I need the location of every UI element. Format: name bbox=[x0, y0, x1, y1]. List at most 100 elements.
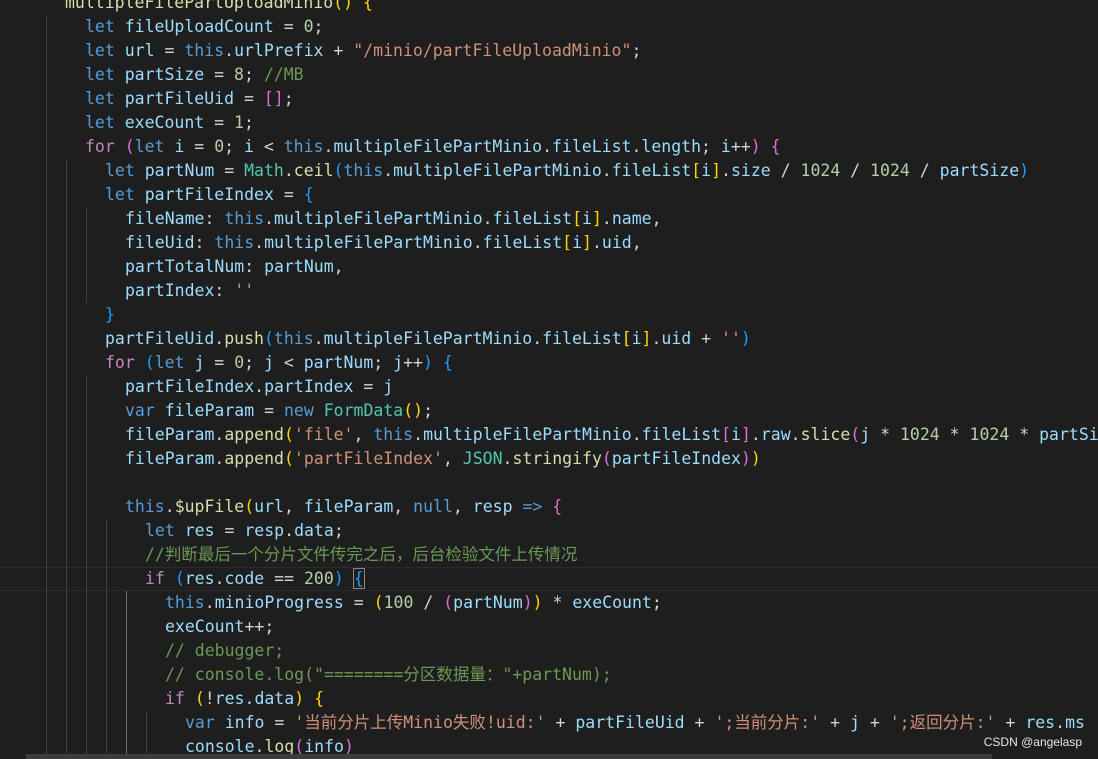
code-line[interactable]: multipleFilePartUploadMinio() { bbox=[0, 0, 1098, 15]
code-line[interactable]: let partFileUid = []; bbox=[0, 87, 1098, 111]
code-token: for bbox=[105, 353, 135, 372]
code-editor[interactable]: multipleFilePartUploadMinio() {let fileU… bbox=[0, 0, 1098, 759]
code-token: 1024 bbox=[870, 161, 910, 180]
code-line[interactable]: let exeCount = 1; bbox=[0, 111, 1098, 135]
indent-guide bbox=[86, 279, 87, 303]
code-line[interactable] bbox=[0, 471, 1098, 495]
code-line[interactable]: let fileUploadCount = 0; bbox=[0, 15, 1098, 39]
code-token: raw bbox=[760, 425, 791, 444]
code-line[interactable]: // debugger; bbox=[0, 639, 1098, 663]
code-token: ( bbox=[443, 593, 454, 612]
code-token: j bbox=[850, 713, 860, 732]
code-token: data bbox=[254, 689, 295, 708]
code-token: partNum bbox=[264, 257, 334, 276]
code-token: ) bbox=[750, 449, 761, 468]
code-line[interactable]: let partSize = 8; //MB bbox=[0, 63, 1098, 87]
code-line[interactable]: // console.log("========分区数据量："+partNum)… bbox=[0, 663, 1098, 687]
code-token: = bbox=[204, 113, 235, 132]
code-token: == bbox=[264, 569, 304, 588]
code-line[interactable]: exeCount++; bbox=[0, 615, 1098, 639]
code-line[interactable]: let url = this.urlPrefix + "/minio/partF… bbox=[0, 39, 1098, 63]
code-token: / bbox=[909, 161, 940, 180]
code-token: if bbox=[165, 689, 185, 708]
code-line[interactable]: fileParam.append('file', this.multipleFi… bbox=[0, 423, 1098, 447]
indent-guide bbox=[46, 399, 47, 423]
code-token: { bbox=[442, 353, 453, 372]
indent-guide bbox=[66, 159, 67, 183]
code-token: size bbox=[730, 161, 771, 180]
code-token: . bbox=[750, 425, 761, 444]
indent-guide bbox=[66, 231, 67, 255]
code-line[interactable]: let partNum = Math.ceil(this.multipleFil… bbox=[0, 159, 1098, 183]
code-line[interactable]: for (let j = 0; j < partNum; j++) { bbox=[0, 351, 1098, 375]
code-line[interactable]: this.minioProgress = (100 / (partNum)) *… bbox=[0, 591, 1098, 615]
code-line[interactable]: fileUid: this.multipleFilePartMinio.file… bbox=[0, 231, 1098, 255]
code-line[interactable]: var fileParam = new FormData(); bbox=[0, 399, 1098, 423]
code-token: / bbox=[840, 161, 871, 180]
code-token: , bbox=[353, 425, 374, 444]
code-token: url bbox=[254, 497, 284, 516]
code-token: ; bbox=[701, 137, 721, 156]
code-token: partFileUid bbox=[575, 713, 685, 732]
code-token: partFileIndex bbox=[144, 185, 274, 204]
code-token: JSON bbox=[462, 449, 503, 468]
code-token: . bbox=[790, 425, 801, 444]
code-line[interactable]: if (!res.data) { bbox=[0, 687, 1098, 711]
code-token: ( bbox=[403, 401, 414, 420]
code-text: for (let j = 0; j < partNum; j++) { bbox=[105, 351, 453, 375]
indent-guide bbox=[46, 351, 47, 375]
indent-guide bbox=[106, 639, 107, 663]
code-line[interactable]: if (res.code == 200) { bbox=[0, 567, 1098, 591]
code-line[interactable]: fileName: this.multipleFilePartMinio.fil… bbox=[0, 207, 1098, 231]
code-text: let exeCount = 1; bbox=[85, 111, 254, 135]
code-line[interactable]: partIndex: '' bbox=[0, 279, 1098, 303]
code-token: : bbox=[194, 233, 215, 252]
code-line[interactable]: var info = '当前分片上传Minio失败!uid:' + partFi… bbox=[0, 711, 1098, 735]
code-line[interactable]: //判断最后一个分片文件传完之后，后台检验文件上传情况 bbox=[0, 543, 1098, 567]
code-line[interactable]: partTotalNum: partNum, bbox=[0, 255, 1098, 279]
code-token: resp bbox=[244, 521, 285, 540]
code-token: , bbox=[283, 497, 304, 516]
indent-guide bbox=[46, 183, 47, 207]
code-lines[interactable]: multipleFilePartUploadMinio() {let fileU… bbox=[0, 0, 1098, 759]
code-token: ] bbox=[740, 425, 751, 444]
horizontal-scrollbar[interactable] bbox=[26, 754, 992, 759]
code-line[interactable]: let partFileIndex = { bbox=[0, 183, 1098, 207]
code-line[interactable]: } bbox=[0, 303, 1098, 327]
code-text: let res = resp.data; bbox=[145, 519, 344, 543]
code-token: . bbox=[383, 161, 394, 180]
code-token: / bbox=[770, 161, 801, 180]
code-token: . bbox=[532, 329, 543, 348]
code-token: ( bbox=[283, 425, 294, 444]
code-token: . bbox=[542, 137, 552, 156]
code-token: 0 bbox=[234, 353, 245, 372]
code-token: ( bbox=[263, 329, 274, 348]
code-line[interactable]: partFileUid.push(this.multipleFilePartMi… bbox=[0, 327, 1098, 351]
code-token: . bbox=[264, 209, 275, 228]
code-token: + bbox=[995, 713, 1026, 732]
indent-guide bbox=[46, 15, 47, 39]
code-token: 1024 bbox=[899, 425, 940, 444]
code-token: 'file' bbox=[293, 425, 354, 444]
code-token: , bbox=[333, 257, 344, 276]
code-token: ; bbox=[423, 401, 434, 420]
code-token: = bbox=[264, 713, 295, 732]
code-token: < bbox=[253, 137, 284, 156]
code-line[interactable]: partFileIndex.partIndex = j bbox=[0, 375, 1098, 399]
code-token: ; bbox=[373, 353, 394, 372]
code-line[interactable]: this.$upFile(url, fileParam, null, resp … bbox=[0, 495, 1098, 519]
code-line[interactable]: for (let i = 0; i < this.multipleFilePar… bbox=[0, 135, 1098, 159]
code-token: ) bbox=[522, 593, 533, 612]
code-line[interactable]: let res = resp.data; bbox=[0, 519, 1098, 543]
code-token: = bbox=[353, 377, 384, 396]
code-token: Math bbox=[244, 161, 284, 180]
indent-guide bbox=[86, 255, 87, 279]
code-text: partTotalNum: partNum, bbox=[125, 255, 344, 279]
code-token: 100 bbox=[383, 593, 414, 612]
code-token: ) bbox=[294, 689, 305, 708]
code-line[interactable]: fileParam.append('partFileIndex', JSON.s… bbox=[0, 447, 1098, 471]
indent-guide bbox=[86, 423, 87, 447]
code-token: = bbox=[204, 65, 235, 84]
code-token: '' bbox=[721, 329, 741, 348]
